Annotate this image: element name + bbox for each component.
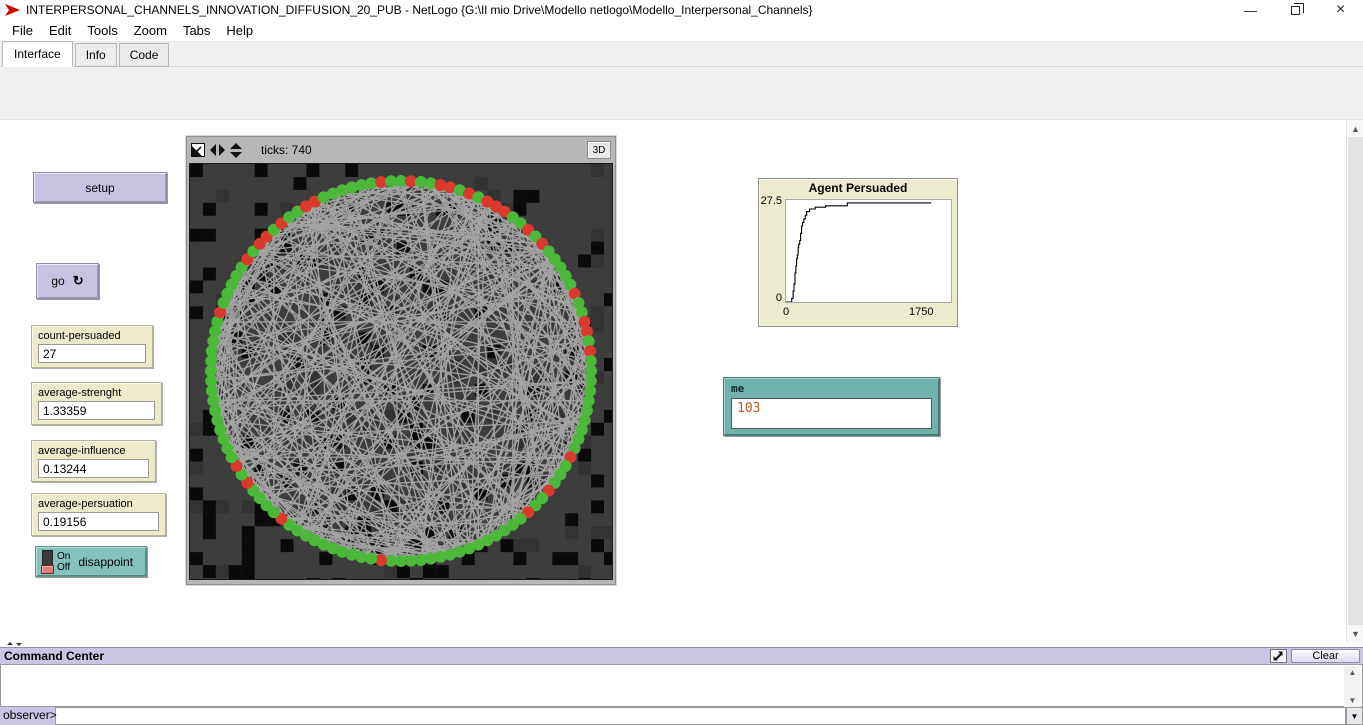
plot-agent-persuaded: Agent Persuaded 27.5 0 0 1750 — [758, 178, 958, 327]
diagonal-arrows-icon — [1273, 651, 1284, 662]
monitor-count-persuaded: count-persuaded 27 — [31, 325, 153, 368]
output-scrollbar[interactable]: ▲ ▼ — [1344, 666, 1361, 707]
toolbar: Edit Delete + Add abc Button ▼ normal sp… — [0, 67, 1363, 120]
plot-canvas — [785, 199, 952, 303]
minimize-button[interactable]: — — [1228, 0, 1273, 20]
scroll-down-icon[interactable]: ▼ — [1344, 694, 1361, 707]
monitor-value: 0.13244 — [38, 459, 149, 478]
monitor-average-influence: average-influence 0.13244 — [31, 440, 156, 482]
y-axis-min-label: 0 — [759, 292, 782, 304]
menu-edit[interactable]: Edit — [41, 21, 79, 40]
netlogo-logo-icon — [5, 3, 20, 17]
x-axis-min-label: 0 — [783, 306, 789, 318]
detach-command-center-button[interactable] — [1270, 649, 1287, 663]
setup-button[interactable]: setup — [33, 172, 167, 203]
tab-bar: Interface Info Code — [0, 42, 1363, 67]
reset-perspective-icon[interactable] — [191, 143, 205, 157]
restore-icon — [1291, 6, 1300, 15]
close-button[interactable]: × — [1318, 0, 1363, 20]
world-view-header: ticks: 740 3D — [187, 137, 615, 163]
input-box-label: me — [731, 382, 932, 395]
title-bar: INTERPERSONAL_CHANNELS_INNOVATION_DIFFUS… — [0, 0, 1363, 20]
monitor-average-persuation: average-persuation 0.19156 — [31, 493, 166, 536]
command-input-row: observer> ▼ — [0, 707, 1363, 725]
switch-handle[interactable] — [41, 565, 54, 574]
tab-info[interactable]: Info — [75, 43, 117, 67]
ticks-counter: ticks: 740 — [261, 143, 312, 157]
command-center-header: Command Center Clear — [0, 647, 1363, 664]
scroll-up-icon[interactable]: ▲ — [1344, 666, 1361, 679]
menu-bar: File Edit Tools Zoom Tabs Help — [0, 20, 1363, 42]
netlogo-window: INTERPERSONAL_CHANNELS_INNOVATION_DIFFUS… — [0, 0, 1363, 725]
scroll-down-icon[interactable]: ▼ — [1347, 625, 1363, 642]
go-button[interactable]: go ↻ — [36, 263, 99, 299]
main-vertical-scrollbar[interactable]: ▲ ▼ — [1346, 120, 1363, 642]
3d-view-button[interactable]: 3D — [587, 141, 611, 159]
command-center-output[interactable]: ▲ ▼ — [0, 664, 1363, 707]
menu-tools[interactable]: Tools — [79, 21, 125, 40]
tab-code[interactable]: Code — [119, 43, 170, 67]
switch-track-icon[interactable] — [42, 550, 53, 574]
y-axis-max-label: 27.5 — [759, 195, 782, 207]
x-axis-max-label: 1750 — [909, 306, 933, 318]
menu-zoom[interactable]: Zoom — [126, 21, 175, 40]
restore-button[interactable] — [1273, 0, 1318, 20]
monitor-average-strenght: average-strenght 1.33359 — [31, 382, 162, 425]
monitor-label: average-persuation — [38, 498, 159, 510]
clear-button[interactable]: Clear — [1291, 649, 1360, 663]
input-box-field[interactable]: 103 — [731, 398, 932, 429]
command-center-title: Command Center — [4, 649, 104, 663]
monitor-value: 0.19156 — [38, 512, 159, 531]
horizontal-shift-icon[interactable] — [210, 144, 225, 156]
observer-prompt[interactable]: observer> — [0, 707, 56, 725]
monitor-value: 1.33359 — [38, 401, 155, 420]
history-dropdown-button[interactable]: ▼ — [1346, 707, 1363, 725]
switch-off-label: Off — [57, 562, 70, 573]
world-canvas[interactable] — [189, 163, 613, 580]
monitor-value: 27 — [38, 344, 146, 363]
menu-tabs[interactable]: Tabs — [175, 21, 218, 40]
command-input[interactable] — [56, 707, 1346, 725]
monitor-label: average-influence — [38, 445, 149, 457]
interface-canvas: setup go ↻ count-persuaded 27 average-st… — [0, 120, 1363, 642]
menu-file[interactable]: File — [4, 21, 41, 40]
tab-interface[interactable]: Interface — [2, 41, 73, 67]
world-view: ticks: 740 3D — [186, 136, 616, 585]
plot-title: Agent Persuaded — [759, 181, 957, 195]
monitor-label: average-strenght — [38, 387, 155, 399]
switch-name: disappoint — [78, 555, 133, 569]
menu-help[interactable]: Help — [218, 21, 261, 40]
scrollbar-thumb[interactable] — [1348, 137, 1363, 625]
vertical-shift-icon[interactable] — [230, 143, 242, 158]
input-box-me: me 103 — [723, 377, 940, 436]
disappoint-switch[interactable]: On Off disappoint — [35, 546, 147, 577]
switch-on-label: On — [57, 551, 70, 562]
window-title: INTERPERSONAL_CHANNELS_INNOVATION_DIFFUS… — [26, 3, 813, 17]
monitor-label: count-persuaded — [38, 330, 146, 342]
scroll-up-icon[interactable]: ▲ — [1347, 120, 1363, 137]
forever-icon: ↻ — [73, 276, 84, 286]
